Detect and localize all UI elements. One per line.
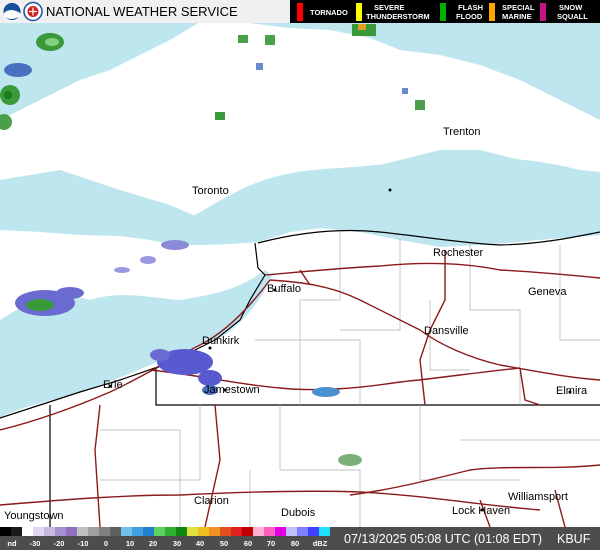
dbz-label: 20	[149, 539, 157, 548]
city-buffalo: Buffalo	[267, 283, 301, 295]
dbz-swatch	[308, 527, 319, 536]
dbz-swatch	[264, 527, 275, 536]
city-dunkirk: Dunkirk	[202, 335, 240, 347]
dbz-swatch	[209, 527, 220, 536]
city-jamestown: Jamestown	[204, 384, 260, 396]
dbz-swatch	[297, 527, 308, 536]
legend-severe-1: SEVERE	[374, 3, 404, 12]
city-clarion: Clarion	[194, 495, 229, 507]
legend-swatch-tornado	[297, 3, 303, 21]
dbz-swatch	[55, 527, 66, 536]
city-geneva: Geneva	[528, 286, 567, 298]
dbz-swatch	[198, 527, 209, 536]
dbz-label: 30	[173, 539, 181, 548]
dbz-swatch	[66, 527, 77, 536]
dbz-label: 10	[126, 539, 134, 548]
dbz-label: 50	[220, 539, 228, 548]
dbz-swatch	[110, 527, 121, 536]
dbz-color-scale	[0, 527, 330, 536]
dbz-label: -30	[30, 539, 41, 548]
dbz-swatch	[0, 527, 11, 536]
dbz-swatch	[275, 527, 286, 536]
nws-logo	[23, 1, 43, 22]
legend-flash-1: FLASH	[458, 3, 483, 12]
dbz-swatch	[187, 527, 198, 536]
legend-snow-2: SQUALL	[557, 12, 588, 21]
dbz-swatch	[231, 527, 242, 536]
city-youngstown: Youngstown	[4, 510, 64, 522]
legend-swatch-marine	[489, 3, 495, 21]
dbz-swatch	[242, 527, 253, 536]
radar-map: Trenton Toronto Rochester Geneva Buffalo…	[0, 0, 600, 550]
city-elmira: Elmira	[556, 385, 588, 397]
dbz-swatch	[11, 527, 22, 536]
timestamp: 07/13/2025 05:08 UTC (01:08 EDT)	[344, 532, 542, 546]
legend-marine-1: SPECIAL	[502, 3, 535, 12]
dbz-swatch	[99, 527, 110, 536]
dbz-swatch	[132, 527, 143, 536]
dbz-swatch	[22, 527, 33, 536]
legend-tornado: TORNADO	[310, 8, 348, 17]
dbz-label: -20	[54, 539, 65, 548]
city-lock-haven: Lock Haven	[452, 505, 510, 517]
agency-title: NATIONAL WEATHER SERVICE	[46, 4, 238, 19]
footer-bar: nd -30 -20 -10 0 10 20 30 40 50 60 70 80 dBZ 07/13/20…	[0, 527, 600, 550]
dbz-swatch	[154, 527, 165, 536]
dbz-label: dBZ	[313, 539, 328, 548]
city-rochester: Rochester	[433, 247, 483, 259]
city-trenton: Trenton	[443, 126, 481, 138]
legend-swatch-snow	[540, 3, 546, 21]
warning-legend: TORNADO SEVERE THUNDERSTORM FLASH FLOOD …	[290, 0, 600, 23]
radar-map-svg: Trenton Toronto Rochester Geneva Buffalo…	[0, 0, 600, 550]
dbz-swatch	[121, 527, 132, 536]
dbz-label: 60	[244, 539, 252, 548]
city-dansville: Dansville	[424, 325, 469, 337]
dbz-label: 40	[196, 539, 204, 548]
dbz-label: nd	[7, 539, 17, 548]
dbz-swatch	[77, 527, 88, 536]
city-toronto: Toronto	[192, 185, 229, 197]
noaa-logo	[2, 2, 22, 21]
legend-severe-2: THUNDERSTORM	[366, 12, 430, 21]
legend-marine-2: MARINE	[502, 12, 532, 21]
city-dubois: Dubois	[281, 507, 316, 519]
dbz-label: -10	[78, 539, 89, 548]
dbz-swatch	[44, 527, 55, 536]
dbz-swatch	[33, 527, 44, 536]
dbz-label: 70	[267, 539, 275, 548]
city-erie: Erie	[103, 379, 123, 391]
station-id: KBUF	[557, 532, 591, 546]
dbz-swatch	[319, 527, 330, 536]
dbz-swatch	[286, 527, 297, 536]
dbz-swatch	[143, 527, 154, 536]
dbz-label: 80	[291, 539, 299, 548]
legend-snow-1: SNOW	[559, 3, 583, 12]
legend-flash-2: FLOOD	[456, 12, 483, 21]
legend-swatch-severe	[356, 3, 362, 21]
dbz-swatch	[176, 527, 187, 536]
dbz-swatch	[88, 527, 99, 536]
dbz-swatch	[165, 527, 176, 536]
dbz-label: 0	[104, 539, 108, 548]
dbz-swatch	[220, 527, 231, 536]
city-williamsport: Williamsport	[508, 491, 568, 503]
dbz-swatch	[253, 527, 264, 536]
legend-swatch-flash	[440, 3, 446, 21]
